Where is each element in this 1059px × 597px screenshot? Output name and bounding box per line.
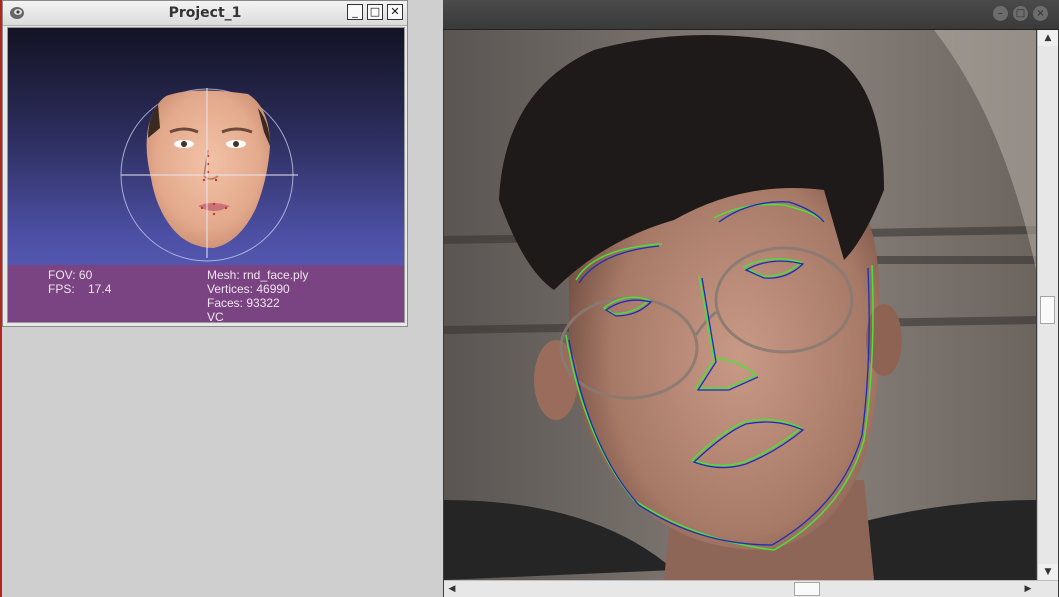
- webcam-image: [444, 30, 1036, 580]
- info-overlay: FOV: 60 FPS: 17.4 Mesh: rnd_face.ply Ver…: [8, 265, 404, 322]
- vertical-scroll-thumb[interactable]: [1040, 296, 1055, 324]
- project-window: Project_1 _ □ ✕ FOV: 60 FPS: 17.4 Mesh: …: [2, 0, 408, 327]
- scroll-right-button[interactable]: ▶: [1020, 581, 1036, 597]
- fov-label: FOV: 60: [48, 268, 93, 282]
- close-button[interactable]: ✕: [387, 4, 403, 20]
- faces-label: Faces: 93322: [207, 296, 280, 310]
- horizontal-scroll-thumb[interactable]: [794, 582, 820, 596]
- scroll-down-button[interactable]: ▼: [1038, 564, 1058, 580]
- scroll-up-button[interactable]: ▲: [1038, 30, 1058, 46]
- webcam-frame: [444, 30, 1036, 580]
- vertices-label: Vertices: 46990: [207, 282, 290, 296]
- 3d-viewport[interactable]: FOV: 60 FPS: 17.4 Mesh: rnd_face.ply Ver…: [7, 27, 405, 323]
- mesh-label: Mesh: rnd_face.ply: [207, 268, 309, 282]
- scroll-left-button[interactable]: ◀: [444, 581, 460, 597]
- maximize-button[interactable]: □: [367, 4, 383, 20]
- camera-close-button[interactable]: ×: [1033, 6, 1048, 21]
- camera-titlebar[interactable]: – □ ×: [443, 0, 1059, 30]
- camera-minimize-button[interactable]: –: [993, 6, 1008, 21]
- camera-window: – □ × ▲ ▼ ◀ ▶: [443, 0, 1059, 597]
- horizontal-scrollbar[interactable]: ◀ ▶: [444, 580, 1058, 597]
- project-titlebar[interactable]: Project_1 _ □ ✕: [3, 1, 407, 26]
- face-mesh-render: [120, 88, 298, 262]
- minimize-button[interactable]: _: [347, 4, 363, 20]
- face-mesh: [146, 90, 270, 248]
- camera-maximize-button[interactable]: □: [1013, 6, 1028, 21]
- fps-label: FPS: 17.4: [48, 282, 112, 296]
- mode-label: VC: [207, 310, 224, 323]
- vertical-scrollbar[interactable]: ▲ ▼: [1037, 30, 1058, 580]
